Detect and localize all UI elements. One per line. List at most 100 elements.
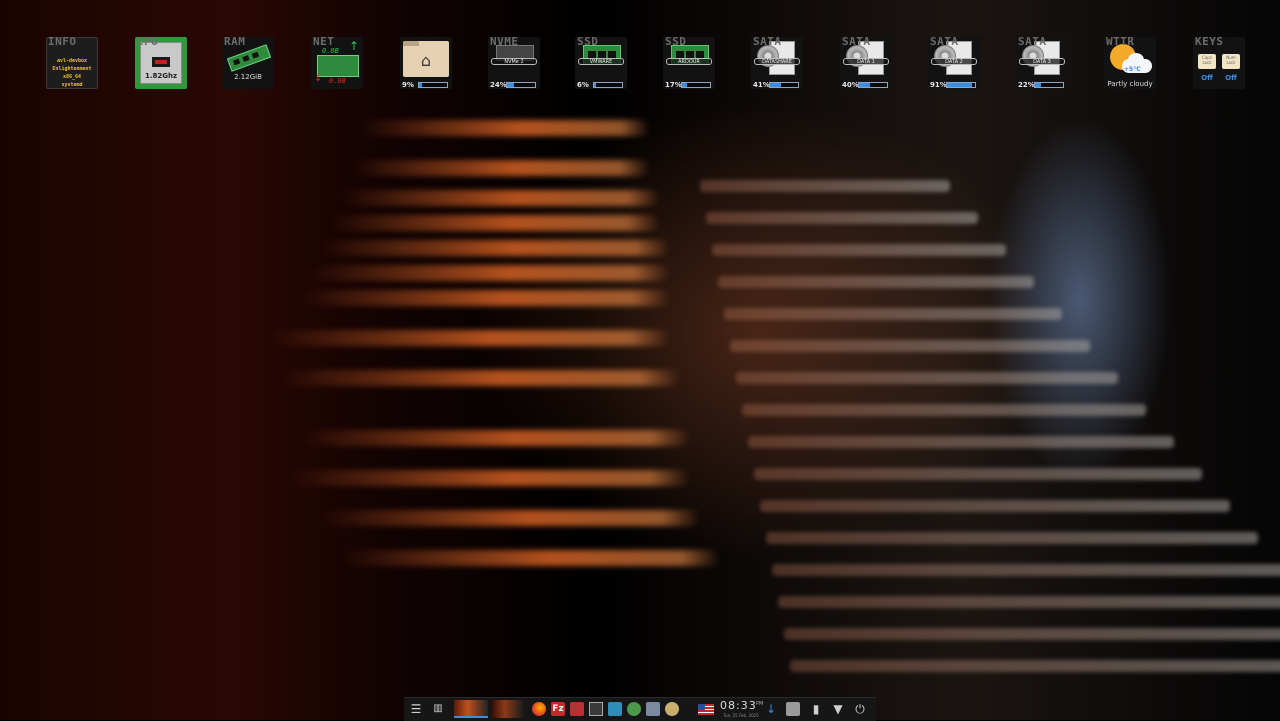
clock-date: Tue, 25 Feb, 2025 — [723, 713, 759, 718]
wallpaper-white-key — [730, 340, 1090, 352]
sata-usage-percent: 41% — [753, 81, 770, 89]
filezilla-icon[interactable]: Fz — [551, 702, 565, 716]
usb-drive-icon[interactable]: ▮ — [808, 701, 824, 717]
net-upload-rate: 0.0B — [322, 47, 339, 55]
num-lock-label: Num Lock — [1226, 55, 1236, 65]
home-usage-bar — [418, 82, 448, 88]
sata-data1-gadget[interactable]: SATA DATA 1 40% — [840, 35, 892, 89]
sata-usage-bar — [769, 82, 799, 88]
sata-usage-bar — [1034, 82, 1064, 88]
sata-usage-percent: 91% — [930, 81, 947, 89]
home-usage-percent: 9% — [402, 81, 414, 89]
sata-volume-label: DATA 3 — [1019, 58, 1065, 65]
wallpaper-key-streak — [340, 190, 660, 206]
network-card-icon — [317, 55, 359, 77]
wallpaper-key-streak — [340, 550, 720, 566]
ssd-vmware-gadget[interactable]: SSD VMWARE 6% — [575, 35, 627, 89]
info-desktop: Enlightenment — [52, 66, 92, 72]
wallpaper-white-key — [706, 212, 978, 224]
sata-usage-percent: 40% — [842, 81, 859, 89]
gadget-title: INFO — [48, 35, 77, 48]
power-icon[interactable]: ⏻ — [852, 701, 868, 717]
info-init: systemd — [61, 82, 83, 88]
sata-data3-gadget[interactable]: SATA DATA 3 22% — [1016, 35, 1068, 89]
package-icon[interactable]: ▼ — [830, 701, 846, 717]
wallpaper-white-key — [760, 500, 1230, 512]
caps-lock-key: Caps Lock — [1198, 54, 1216, 69]
ssd-volume-label: ARDOUR — [666, 58, 712, 65]
ssd-ardour-gadget[interactable]: SSD ARDOUR 17% — [663, 35, 715, 89]
ssd-usage-percent: 17% — [665, 81, 682, 89]
ssd-usage-percent: 6% — [577, 81, 589, 89]
desktop-wallpaper — [0, 0, 1280, 720]
info-hostname: avl-devbox — [56, 58, 88, 64]
firefox-icon[interactable] — [532, 702, 546, 716]
ssd-usage-bar — [593, 82, 623, 88]
upload-arrow-icon: ↑ — [349, 39, 360, 53]
sata-volume-label: DATA 1 — [843, 58, 889, 65]
net-gadget[interactable]: NET ↑ ↓ 0.0B 0.0B — [311, 35, 363, 89]
image-viewer-icon[interactable] — [608, 702, 622, 716]
gadget-title: SATA — [1018, 35, 1047, 48]
us-flag-icon[interactable] — [698, 704, 714, 715]
wallpaper-key-streak — [330, 215, 660, 231]
wallpaper-white-key — [742, 404, 1146, 416]
nvme-usage-bar — [506, 82, 536, 88]
num-lock-state: Off — [1225, 74, 1237, 82]
clock[interactable]: 08:33 PM Tue, 25 Feb, 2025 — [718, 699, 763, 721]
wallpaper-white-key — [754, 468, 1202, 480]
home-folder-icon: ⌂ — [403, 41, 449, 77]
gadget-title: WTTR — [1106, 35, 1135, 48]
nvme-volume-label: NVMe 2 — [491, 58, 537, 65]
weather-gadget[interactable]: WTTR +5°C Partly cloudy — [1104, 35, 1156, 89]
wallpaper-white-key — [772, 564, 1280, 576]
wallpaper-white-key — [790, 660, 1280, 672]
workspace-2[interactable] — [492, 700, 524, 718]
wallpaper-key-streak — [310, 265, 670, 281]
terminal-red-icon[interactable] — [570, 702, 584, 716]
wallpaper-white-key — [724, 308, 1062, 320]
wallpaper-white-key — [778, 596, 1280, 608]
wallpaper-key-streak — [320, 240, 670, 256]
cpu-gadget[interactable]: CPU 1.82Ghz — [135, 35, 187, 89]
sata-volume-label: DATASHARE — [754, 58, 800, 65]
weather-temperature: +5°C — [1124, 66, 1141, 73]
ram-gadget[interactable]: RAM 2.12GiB — [222, 35, 274, 89]
gadget-title: SATA — [842, 35, 871, 48]
nvme-disk-gadget[interactable]: NVME NVMe 2 24% — [488, 35, 540, 89]
info-gadget[interactable]: INFO avl-devbox Enlightenment x86_64 sys… — [46, 35, 98, 89]
pager-icon[interactable]: ▥ — [430, 701, 446, 717]
wallpaper-white-key — [736, 372, 1118, 384]
clock-time: 08:33 — [720, 699, 757, 712]
file-manager-icon[interactable] — [589, 702, 603, 716]
ram-stick-icon — [226, 44, 272, 72]
gadget-title: SATA — [930, 35, 959, 48]
settings-gear-icon[interactable] — [665, 702, 679, 716]
wallpaper-white-key — [700, 180, 950, 192]
caps-lock-label: Caps Lock — [1202, 55, 1212, 65]
wallpaper-key-streak — [300, 430, 690, 446]
net-download-rate: 0.0B — [329, 77, 346, 85]
screenshot-icon[interactable] — [627, 702, 641, 716]
download-arrow-icon[interactable]: ↓ — [763, 701, 779, 717]
gadget-title: CPU — [137, 35, 159, 48]
workspace-1[interactable] — [454, 700, 488, 718]
wallpaper-key-streak — [360, 120, 650, 136]
gadget-title: SSD — [665, 35, 687, 48]
gadget-title: NVME — [490, 35, 519, 48]
wallpaper-key-streak — [320, 510, 700, 526]
wallpaper-key-streak — [350, 160, 650, 176]
keys-gadget[interactable]: KEYS Caps Lock Num Lock Off Off — [1193, 35, 1245, 89]
caps-lock-state: Off — [1201, 74, 1213, 82]
sata-data2-gadget[interactable]: SATA DATA 2 91% — [928, 35, 980, 89]
wallpaper-white-key — [718, 276, 1034, 288]
sata-volume-label: DATA 2 — [931, 58, 977, 65]
menu-list-icon[interactable]: ☰ — [408, 701, 424, 717]
home-disk-gadget[interactable]: ⌂ 9% — [400, 37, 452, 89]
calculator-icon[interactable] — [646, 702, 660, 716]
sata-usage-percent: 22% — [1018, 81, 1035, 89]
sata-datashare-gadget[interactable]: SATA DATASHARE 41% — [751, 35, 803, 89]
disk-mount-icon[interactable] — [786, 702, 800, 716]
download-arrow-icon: ↓ — [314, 73, 323, 84]
wallpaper-key-streak — [280, 370, 680, 386]
